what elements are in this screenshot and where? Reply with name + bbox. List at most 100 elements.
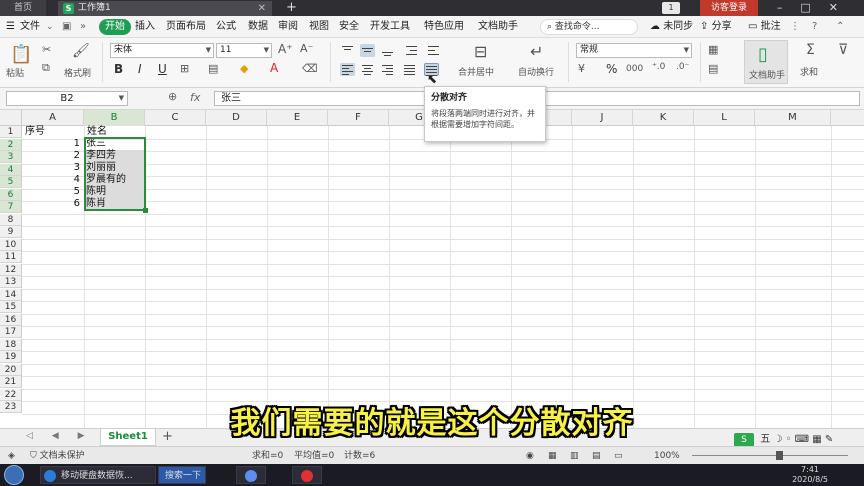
column-header-e[interactable]: E bbox=[267, 110, 328, 126]
row-header[interactable]: 5 bbox=[0, 176, 22, 188]
border-icon[interactable]: ⊞ bbox=[180, 62, 189, 75]
column-header-l[interactable]: L bbox=[694, 110, 755, 126]
wrap-text-button[interactable]: 自动换行 bbox=[518, 65, 554, 78]
row-header[interactable]: 16 bbox=[0, 313, 22, 326]
table-style-icon[interactable]: ▤ bbox=[708, 62, 718, 75]
spreadsheet-grid[interactable]: A B C D E F G H I J K L M 12345678910111… bbox=[0, 110, 864, 428]
column-header-m[interactable]: M bbox=[755, 110, 831, 126]
help-icon[interactable]: ? bbox=[812, 20, 817, 34]
page-break-view-icon[interactable]: ▤ bbox=[592, 450, 601, 462]
chevron-down-icon[interactable]: ⌄ bbox=[46, 20, 54, 34]
fx-button[interactable]: fx bbox=[190, 91, 200, 104]
menu-insert[interactable]: 插入 bbox=[135, 20, 155, 34]
system-clock[interactable]: 7:41 2020/8/5 bbox=[792, 465, 828, 485]
windows-start-icon[interactable] bbox=[4, 465, 24, 485]
increase-font-icon[interactable]: A⁺ bbox=[278, 42, 293, 56]
font-name-select[interactable]: 宋体 ▼ bbox=[110, 43, 214, 58]
increase-indent-icon[interactable] bbox=[426, 44, 441, 57]
task-recorder[interactable] bbox=[292, 466, 322, 484]
increase-decimal-icon[interactable]: ⁺.0 bbox=[652, 62, 665, 72]
number-format-select[interactable]: 常规 ▼ bbox=[576, 43, 692, 58]
merge-center-button[interactable]: 合并居中 bbox=[458, 65, 494, 78]
align-bottom-icon[interactable] bbox=[380, 44, 395, 57]
window-count-badge[interactable]: 1 bbox=[662, 2, 680, 14]
more-icon[interactable]: » bbox=[80, 20, 86, 34]
row-header[interactable]: 10 bbox=[0, 238, 22, 251]
more-options-icon[interactable]: ⋮ bbox=[790, 20, 800, 34]
task-browser[interactable]: 移动硬盘数据恢... bbox=[40, 466, 156, 484]
comment-button[interactable]: ▭ 批注 bbox=[748, 20, 781, 34]
visitor-login-button[interactable]: 访客登录 bbox=[700, 0, 758, 16]
row-header[interactable]: 11 bbox=[0, 251, 22, 263]
font-color-button[interactable]: A bbox=[270, 61, 278, 75]
align-center-icon[interactable] bbox=[360, 63, 375, 76]
row-header[interactable]: 15 bbox=[0, 301, 22, 313]
row-header[interactable]: 20 bbox=[0, 363, 22, 376]
zoom-slider[interactable] bbox=[692, 455, 848, 456]
format-painter-button[interactable]: 格式刷 bbox=[64, 66, 91, 79]
decrease-font-icon[interactable]: A⁻ bbox=[300, 42, 313, 55]
currency-icon[interactable]: ¥ bbox=[578, 62, 585, 75]
row-header[interactable]: 21 bbox=[0, 376, 22, 388]
paste-button[interactable]: 粘贴 bbox=[6, 66, 24, 79]
collapse-ribbon-icon[interactable]: ⌃ bbox=[836, 20, 844, 34]
menu-icon[interactable]: ☰ bbox=[6, 20, 15, 34]
column-header-f[interactable]: F bbox=[328, 110, 389, 126]
filter-icon[interactable]: ⊽ bbox=[838, 42, 848, 58]
clear-format-icon[interactable]: ⌫ bbox=[302, 62, 318, 75]
row-header[interactable]: 17 bbox=[0, 326, 22, 338]
doc-helper-button[interactable]: ▯ 文档助手 bbox=[744, 40, 788, 84]
decrease-indent-icon[interactable] bbox=[404, 44, 419, 57]
row-header[interactable]: 19 bbox=[0, 351, 22, 363]
zoom-formula-icon[interactable]: ⊕ bbox=[168, 90, 177, 103]
cell-a6[interactable]: 5 bbox=[22, 186, 80, 198]
zoom-level[interactable]: 100% bbox=[654, 450, 680, 462]
minimize-icon[interactable]: – bbox=[777, 1, 801, 14]
align-left-icon[interactable] bbox=[340, 63, 355, 76]
merge-center-icon[interactable]: ⊟ bbox=[474, 42, 487, 61]
select-all-corner[interactable] bbox=[0, 110, 22, 126]
column-header-a[interactable]: A bbox=[22, 110, 84, 126]
fill-handle[interactable] bbox=[143, 208, 148, 213]
column-header-k[interactable]: K bbox=[633, 110, 694, 126]
cell-a7[interactable]: 6 bbox=[22, 198, 80, 210]
zoom-slider-handle[interactable] bbox=[776, 451, 783, 460]
underline-button[interactable]: U bbox=[158, 62, 167, 76]
cell-a1[interactable]: 序号 bbox=[25, 126, 45, 138]
percent-button[interactable]: % bbox=[606, 62, 617, 76]
menu-features[interactable]: 特色应用 bbox=[424, 20, 464, 34]
page-layout-view-icon[interactable]: ▥ bbox=[570, 450, 579, 462]
decrease-decimal-icon[interactable]: .0⁻ bbox=[676, 62, 689, 72]
sum-button[interactable]: 求和 bbox=[800, 65, 818, 78]
bold-button[interactable]: B bbox=[114, 62, 123, 76]
italic-button[interactable]: I bbox=[138, 62, 142, 76]
menu-doc-assistant[interactable]: 文档助手 bbox=[478, 20, 518, 34]
close-icon[interactable]: ✕ bbox=[258, 1, 266, 16]
copy-icon[interactable]: ⧉ bbox=[42, 61, 50, 75]
column-header-d[interactable]: D bbox=[206, 110, 267, 126]
row-header[interactable]: 13 bbox=[0, 276, 22, 288]
normal-view-icon[interactable]: ▦ bbox=[548, 450, 557, 462]
wrap-text-icon[interactable]: ↵ bbox=[530, 42, 543, 61]
row-header[interactable]: 7 bbox=[0, 201, 22, 213]
menu-view[interactable]: 视图 bbox=[309, 20, 329, 34]
command-search-input[interactable]: ⌕ 查找命令... bbox=[540, 19, 638, 35]
row-header[interactable]: 6 bbox=[0, 188, 22, 201]
column-header-j[interactable]: J bbox=[572, 110, 633, 126]
row-header[interactable]: 9 bbox=[0, 226, 22, 238]
row-header[interactable]: 18 bbox=[0, 338, 22, 351]
menu-data[interactable]: 数据 bbox=[248, 20, 268, 34]
paste-icon[interactable]: 📋 bbox=[10, 44, 32, 65]
align-top-icon[interactable] bbox=[340, 44, 355, 57]
tab-home[interactable]: 首页 bbox=[0, 0, 46, 16]
sum-icon[interactable]: Σ bbox=[806, 42, 815, 58]
row-header[interactable]: 14 bbox=[0, 288, 22, 301]
align-middle-icon[interactable] bbox=[360, 44, 375, 57]
share-button[interactable]: ⇪ 分享 bbox=[700, 20, 732, 34]
column-header-c[interactable]: C bbox=[145, 110, 206, 126]
conditional-format-icon[interactable]: ▦ bbox=[708, 43, 718, 56]
cell-a3[interactable]: 2 bbox=[22, 150, 80, 162]
row-header[interactable]: 12 bbox=[0, 263, 22, 276]
menu-formulas[interactable]: 公式 bbox=[216, 20, 236, 34]
cell-a2[interactable]: 1 bbox=[22, 138, 80, 150]
